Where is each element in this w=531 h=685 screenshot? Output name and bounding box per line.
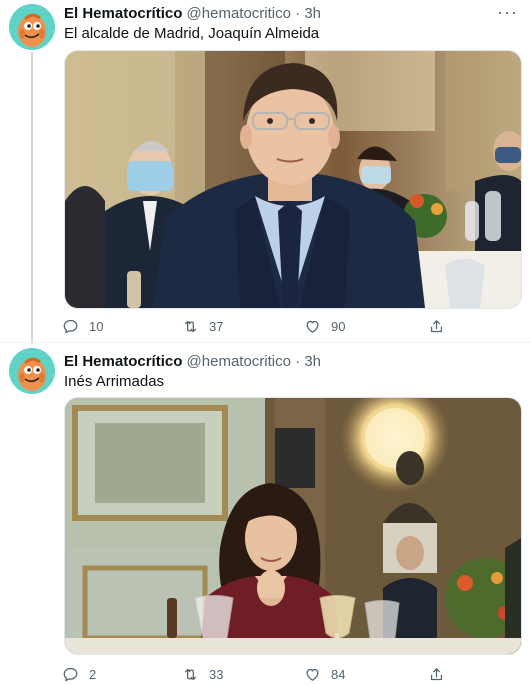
tweet-text: Inés Arrimadas bbox=[64, 373, 165, 390]
reply-icon bbox=[63, 667, 78, 681]
orange-cartoon-face-avatar-icon bbox=[9, 4, 55, 50]
retweet-count: 37 bbox=[209, 318, 224, 334]
share-icon bbox=[430, 319, 443, 332]
like-button[interactable]: 90 bbox=[304, 315, 345, 337]
reply-count: 2 bbox=[89, 666, 97, 682]
tweet-photo[interactable] bbox=[64, 50, 522, 309]
author-name[interactable]: El Hematocrítico bbox=[64, 5, 182, 22]
author-name[interactable]: El Hematocrítico bbox=[64, 353, 182, 370]
reply-button[interactable]: 2 bbox=[62, 663, 96, 685]
more-options-icon[interactable]: ··· bbox=[497, 2, 518, 23]
tweet-actions: 10 37 90 bbox=[62, 315, 462, 337]
retweet-button[interactable]: 33 bbox=[182, 663, 223, 685]
tweet-text: El alcalde de Madrid, Joaquín Almeida bbox=[64, 25, 320, 42]
retweet-button[interactable]: 37 bbox=[182, 315, 223, 337]
retweet-count: 33 bbox=[209, 666, 224, 682]
heart-icon bbox=[306, 668, 319, 681]
tweet-timestamp[interactable]: 3h bbox=[304, 5, 321, 22]
tweet-timestamp[interactable]: 3h bbox=[304, 353, 321, 370]
author-handle[interactable]: @hematocritico bbox=[187, 5, 291, 22]
retweet-icon bbox=[184, 668, 197, 680]
tweet-photo[interactable] bbox=[64, 397, 522, 655]
reply-icon bbox=[63, 319, 78, 333]
photo-man-at-banquet bbox=[65, 51, 521, 308]
author-avatar[interactable] bbox=[9, 348, 55, 394]
tweet[interactable]: El Hematocrítico @hematocritico · 3h ···… bbox=[0, 0, 531, 343]
reply-count: 10 bbox=[89, 318, 104, 334]
like-count: 84 bbox=[331, 666, 346, 682]
reply-button[interactable]: 10 bbox=[62, 315, 103, 337]
author-avatar[interactable] bbox=[9, 4, 55, 50]
retweet-icon bbox=[184, 320, 197, 332]
share-button[interactable] bbox=[428, 315, 445, 337]
share-icon bbox=[430, 667, 443, 680]
like-button[interactable]: 84 bbox=[304, 663, 345, 685]
author-handle[interactable]: @hematocritico bbox=[187, 353, 291, 370]
separator-dot: · bbox=[295, 5, 301, 22]
heart-icon bbox=[306, 320, 319, 333]
tweet-header: El Hematocrítico @hematocritico · 3h bbox=[64, 4, 321, 23]
tweet-header: El Hematocrítico @hematocritico · 3h bbox=[64, 352, 321, 371]
tweet-actions: 2 33 84 bbox=[62, 663, 462, 685]
separator-dot: · bbox=[295, 353, 301, 370]
tweet[interactable]: El Hematocrítico @hematocritico · 3h Iné… bbox=[0, 343, 531, 685]
orange-cartoon-face-avatar-icon bbox=[9, 348, 55, 394]
like-count: 90 bbox=[331, 318, 346, 334]
photo-woman-at-banquet bbox=[65, 398, 521, 654]
share-button[interactable] bbox=[428, 663, 445, 685]
